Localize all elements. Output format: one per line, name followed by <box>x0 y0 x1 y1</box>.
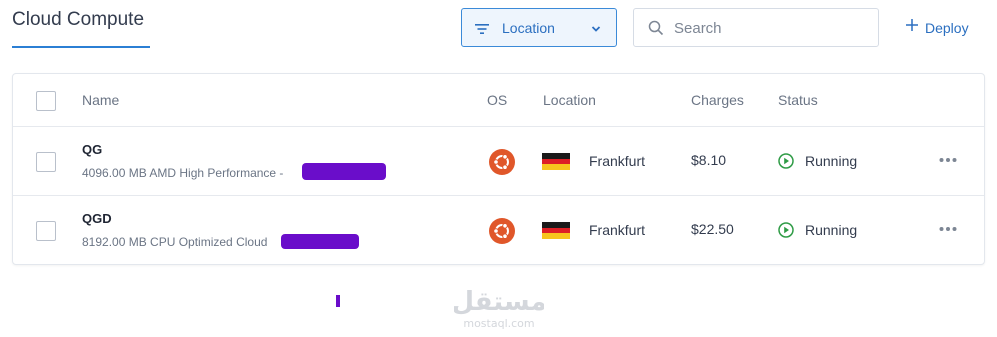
running-status-icon <box>778 153 794 174</box>
search-input[interactable] <box>674 17 864 39</box>
table-row[interactable]: QG 4096.00 MB AMD High Performance - Fra… <box>13 127 984 196</box>
column-header-status[interactable]: Status <box>778 92 818 108</box>
servers-table: Name OS Location Charges Status QG 4096.… <box>12 73 985 265</box>
charges-value: $8.10 <box>691 152 727 168</box>
select-all-checkbox[interactable] <box>36 91 56 111</box>
redaction-mark <box>281 234 359 249</box>
location-city: Frankfurt <box>589 153 646 169</box>
search-icon <box>648 20 664 41</box>
svg-text:mostaql.com: mostaql.com <box>463 317 534 330</box>
column-header-location[interactable]: Location <box>543 92 596 108</box>
location-city: Frankfurt <box>589 222 646 238</box>
server-name[interactable]: QGD <box>82 211 112 226</box>
germany-flag-icon <box>542 222 570 239</box>
page-title: Cloud Compute <box>12 9 145 30</box>
status-text: Running <box>805 153 858 169</box>
germany-flag-icon <box>542 153 570 170</box>
status-text: Running <box>805 222 858 238</box>
chevron-down-icon <box>590 22 602 40</box>
svg-text:مستقل: مستقل <box>454 287 544 317</box>
deploy-button[interactable]: Deploy <box>905 18 969 37</box>
table-header-row: Name OS Location Charges Status <box>13 74 984 127</box>
location-filter-button[interactable]: Location <box>461 8 617 47</box>
location-filter-label: Location <box>502 20 555 36</box>
charges-value: $22.50 <box>691 221 734 237</box>
more-options-icon[interactable] <box>939 150 957 168</box>
running-status-icon <box>778 222 794 243</box>
deploy-label: Deploy <box>925 19 969 36</box>
server-description: 8192.00 MB CPU Optimized Cloud <box>82 235 268 249</box>
redaction-mark <box>302 163 386 180</box>
column-header-charges[interactable]: Charges <box>691 92 744 108</box>
search-box[interactable] <box>633 8 879 47</box>
column-header-os[interactable]: OS <box>487 92 507 108</box>
more-options-icon[interactable] <box>939 219 957 237</box>
mostaql-watermark-logo: مستقل mostaql.com <box>454 287 544 330</box>
redaction-mark <box>336 295 340 307</box>
row-checkbox[interactable] <box>36 221 56 241</box>
plus-icon <box>905 18 919 37</box>
server-name[interactable]: QG <box>82 142 102 157</box>
table-row[interactable]: QGD 8192.00 MB CPU Optimized Cloud Frank… <box>13 196 984 265</box>
ubuntu-icon <box>489 149 515 180</box>
row-checkbox[interactable] <box>36 152 56 172</box>
filter-icon <box>475 22 489 40</box>
ubuntu-icon <box>489 218 515 249</box>
column-header-name[interactable]: Name <box>82 92 119 108</box>
title-underline <box>12 46 150 48</box>
server-description: 4096.00 MB AMD High Performance - <box>82 166 284 180</box>
